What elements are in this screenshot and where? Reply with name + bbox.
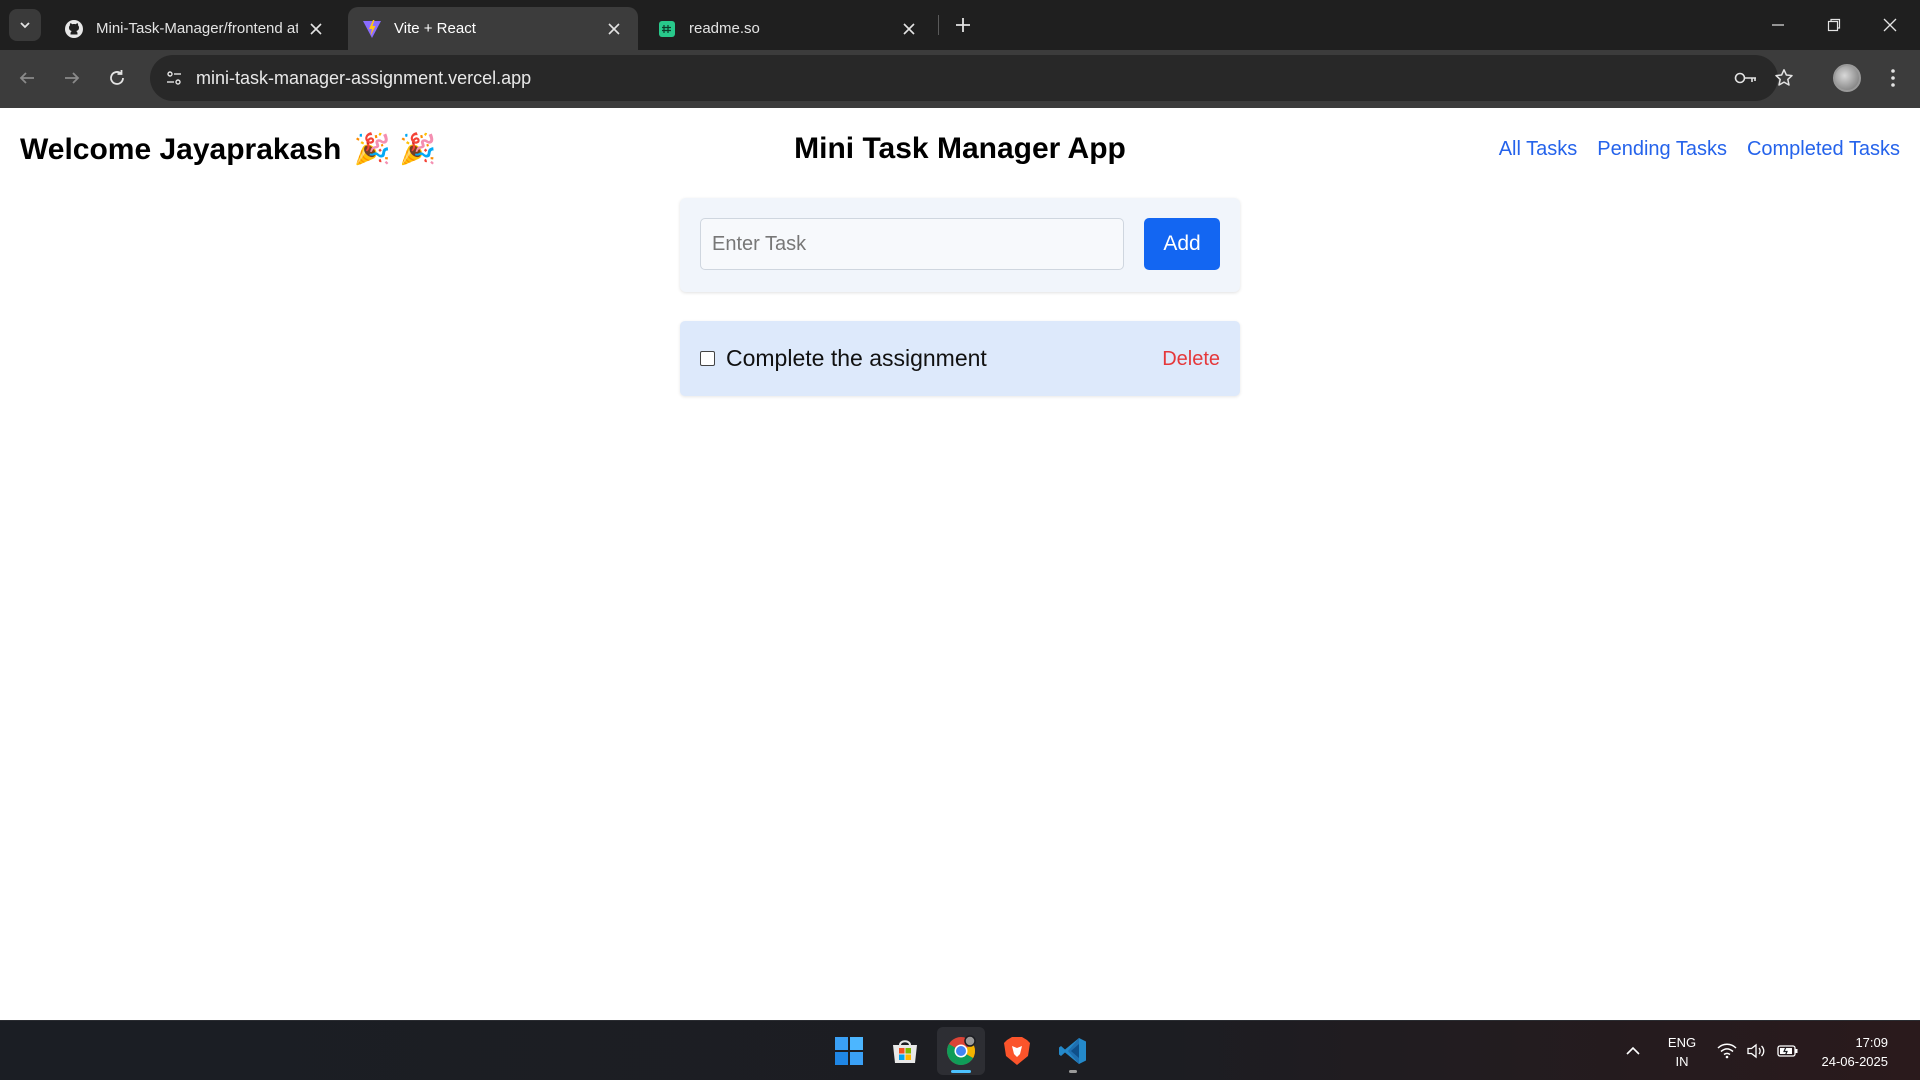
close-window-button[interactable] (1862, 0, 1918, 50)
task-filter-nav: All Tasks Pending Tasks Completed Tasks (1499, 138, 1900, 161)
volume-icon[interactable] (1744, 1021, 1770, 1080)
plus-icon (956, 18, 970, 32)
welcome-heading: Welcome Jayaprakash 🎉 🎉 (20, 132, 437, 167)
readme-icon (657, 19, 677, 39)
chevron-down-icon (20, 22, 30, 29)
close-tab-icon[interactable] (604, 19, 624, 39)
tab-readme[interactable]: readme.so (643, 7, 933, 50)
nav-completed-tasks[interactable]: Completed Tasks (1747, 138, 1900, 161)
restore-icon (1827, 18, 1841, 32)
active-app-indicator (951, 1070, 971, 1073)
profile-avatar[interactable] (1833, 64, 1861, 92)
add-task-button[interactable]: Add (1144, 218, 1220, 270)
running-app-indicator (1069, 1070, 1077, 1073)
delete-task-button[interactable]: Delete (1162, 348, 1220, 371)
chevron-up-icon[interactable] (1618, 1021, 1648, 1080)
page-content: Welcome Jayaprakash 🎉 🎉 Mini Task Manage… (0, 108, 1920, 1020)
minimize-button[interactable] (1750, 0, 1806, 50)
tab-search-button[interactable] (9, 9, 41, 41)
system-clock[interactable]: 17:09 24-06-2025 (1808, 1033, 1889, 1071)
password-key-icon[interactable] (1732, 64, 1760, 92)
microsoft-store-icon[interactable] (881, 1027, 929, 1075)
tab-separator (938, 15, 939, 35)
more-vertical-icon (1891, 69, 1895, 87)
github-icon (64, 19, 84, 39)
address-bar[interactable]: mini-task-manager-assignment.vercel.app (150, 55, 1793, 101)
tab-vite-react[interactable]: Vite + React (348, 7, 638, 50)
tab-title: readme.so (689, 20, 760, 37)
task-item: Complete the assignment Delete (680, 321, 1240, 396)
clock-date: 24-06-2025 (1821, 1054, 1889, 1069)
vscode-icon[interactable] (1049, 1027, 1097, 1075)
arrow-left-icon (19, 72, 34, 84)
vite-icon (362, 19, 382, 39)
region-code: IN (1675, 1054, 1689, 1069)
task-label: Complete the assignment (726, 345, 987, 371)
close-tab-icon[interactable] (306, 19, 326, 39)
browser-toolbar: mini-task-manager-assignment.vercel.app (0, 50, 1920, 108)
clock-time: 17:09 (1855, 1035, 1888, 1050)
tab-title: Vite + React (394, 20, 476, 37)
tab-title: Mini-Task-Manager/frontend at (96, 20, 298, 37)
minimize-icon (1772, 24, 1784, 26)
reload-button[interactable] (100, 61, 134, 95)
tab-github[interactable]: Mini-Task-Manager/frontend at (50, 7, 340, 50)
add-task-form: Add (680, 198, 1240, 292)
brave-icon[interactable] (993, 1027, 1041, 1075)
nav-all-tasks[interactable]: All Tasks (1499, 138, 1578, 161)
task-checkbox[interactable] (700, 351, 715, 366)
close-icon (1883, 18, 1897, 32)
party-popper-emoji: 🎉 🎉 (353, 133, 437, 166)
site-info-icon[interactable] (158, 62, 190, 94)
arrow-right-icon (65, 72, 80, 84)
new-tab-button[interactable] (948, 10, 978, 40)
language-indicator[interactable]: ENG IN (1660, 1033, 1704, 1071)
language-code: ENG (1667, 1035, 1697, 1050)
url-text[interactable]: mini-task-manager-assignment.vercel.app (196, 68, 531, 89)
restore-button[interactable] (1806, 0, 1862, 50)
welcome-text: Welcome Jayaprakash (20, 133, 342, 166)
bookmark-star-icon[interactable] (1770, 64, 1798, 92)
back-button[interactable] (10, 61, 44, 95)
reload-icon (110, 70, 124, 85)
browser-menu-button[interactable] (1878, 61, 1908, 95)
task-input[interactable] (700, 218, 1124, 270)
windows-start-icon[interactable] (825, 1027, 873, 1075)
wifi-icon[interactable] (1714, 1021, 1740, 1080)
browser-tab-strip: Mini-Task-Manager/frontend at Vite + Rea… (0, 0, 1920, 50)
chrome-icon[interactable] (937, 1027, 985, 1075)
close-tab-icon[interactable] (899, 19, 919, 39)
battery-icon[interactable] (1774, 1021, 1802, 1080)
windows-taskbar: ENG IN 17:09 24-06-2025 (0, 1020, 1920, 1080)
forward-button[interactable] (55, 61, 89, 95)
nav-pending-tasks[interactable]: Pending Tasks (1597, 138, 1727, 161)
